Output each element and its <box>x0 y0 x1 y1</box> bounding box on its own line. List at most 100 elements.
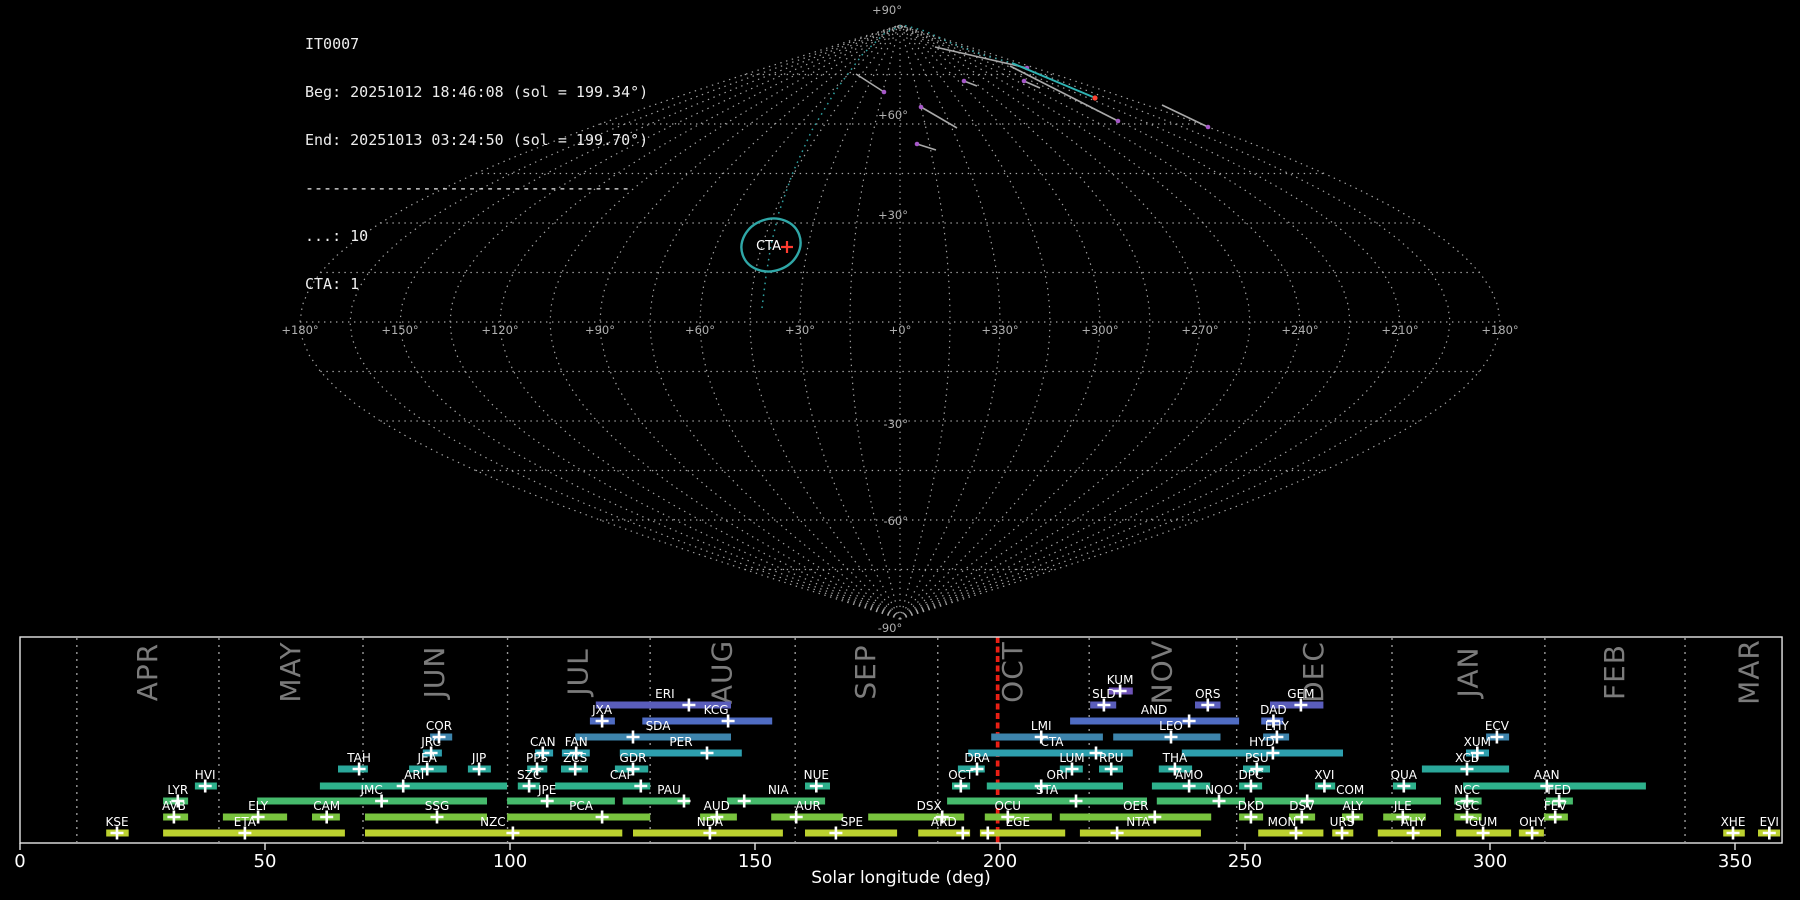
shower-bar-ARI <box>320 783 507 790</box>
equator-longitude-label: +330° <box>981 323 1018 337</box>
meteor-endpoint-dot <box>915 142 920 147</box>
shower-label-DAD: DAD <box>1260 703 1286 717</box>
header-separator: ------------------------------------ <box>305 180 648 196</box>
meteor-trail <box>1162 105 1208 127</box>
shower-bar-AND <box>1070 718 1239 725</box>
equator-longitude-label: +0° <box>889 323 912 337</box>
begin-time-line: Beg: 20251012 18:46:08 (sol = 199.34°) <box>305 84 648 100</box>
end-time-line: End: 20251013 03:24:50 (sol = 199.70°) <box>305 132 648 148</box>
equator-longitude-label: +60° <box>685 323 715 337</box>
shower-label-NZC: NZC <box>480 815 506 829</box>
peak-marker-OER <box>1148 811 1161 824</box>
x-tick-label-100: 100 <box>493 851 527 872</box>
peak-marker-NZC <box>506 827 519 840</box>
shower-bar-SPE <box>805 830 897 837</box>
month-label-sep: SEP <box>849 644 882 699</box>
peak-marker-AND <box>1183 715 1196 728</box>
shower-label-NDA: NDA <box>697 815 724 829</box>
shower-bar-SSG <box>365 814 487 821</box>
shower-label-ELY: ELY <box>248 799 269 813</box>
shower-label-XVI: XVI <box>1314 768 1334 782</box>
latitude-label: +90° <box>872 3 902 17</box>
shower-label-FAN: FAN <box>565 735 588 749</box>
shower-label-FED: FED <box>1547 783 1571 797</box>
shower-bar-NZC <box>365 830 622 837</box>
shower-label-CAN: CAN <box>530 735 556 749</box>
peak-marker-NIA <box>738 795 751 808</box>
shower-label-EVI: EVI <box>1760 815 1779 829</box>
month-label-mar: MAR <box>1733 639 1766 705</box>
x-tick-label-0: 0 <box>14 851 25 872</box>
shower-label-JLE: JLE <box>1393 799 1412 813</box>
shower-label-NTA: NTA <box>1126 815 1150 829</box>
latitude-label: +60° <box>878 108 908 122</box>
shower-label-KSE: KSE <box>105 815 128 829</box>
meridian-line <box>900 25 1150 619</box>
shower-label-EGE: EGE <box>1006 815 1030 829</box>
shower-bar-AMO <box>1152 783 1210 790</box>
shower-label-AND: AND <box>1141 703 1167 717</box>
shower-label-JIP: JIP <box>471 751 486 765</box>
meridian-line <box>900 25 1400 619</box>
station-id: IT0007 <box>305 36 648 52</box>
shower-label-COR: COR <box>426 719 452 733</box>
shower-label-PSU: PSU <box>1245 751 1269 765</box>
meteor-trail <box>1024 81 1040 88</box>
x-tick-label-350: 350 <box>1718 851 1752 872</box>
cta-great-circle <box>762 25 1012 308</box>
shower-bar-ETA <box>163 830 345 837</box>
shower-bar-PCA <box>507 814 650 821</box>
shower-label-OHY: OHY <box>1519 815 1545 829</box>
month-label-jun: JUN <box>418 646 451 701</box>
shower-label-AAN: AAN <box>1534 768 1560 782</box>
meridian-line <box>900 25 1450 619</box>
shower-label-PAU: PAU <box>657 783 680 797</box>
meteor-endpoint-dot <box>1206 125 1211 130</box>
month-label-may: MAY <box>274 641 307 702</box>
meridian-line <box>900 25 1050 619</box>
month-label-oct: OCT <box>996 641 1029 703</box>
shower-label-MON: MON <box>1268 815 1297 829</box>
shower-label-JXA: JXA <box>591 703 613 717</box>
cta-radiant-cross-icon <box>781 241 793 253</box>
shower-label-JMC: JMC <box>359 783 382 797</box>
shower-label-DRA: DRA <box>964 751 990 765</box>
shower-label-XCB: XCB <box>1455 751 1479 765</box>
shower-label-XHE: XHE <box>1721 815 1746 829</box>
shower-label-AUR: AUR <box>796 799 821 813</box>
shower-label-SZC: SZC <box>517 768 541 782</box>
shower-label-ERI: ERI <box>655 687 674 701</box>
shower-label-DKD: DKD <box>1238 799 1264 813</box>
latitude-label: -60° <box>883 514 908 528</box>
shower-label-ARD: ARD <box>931 815 957 829</box>
shower-label-DPC: DPC <box>1238 768 1263 782</box>
shower-bar-NOO <box>1157 798 1245 805</box>
observation-header: IT0007 Beg: 20251012 18:46:08 (sol = 199… <box>305 4 648 324</box>
shower-bar-JPE <box>507 798 615 805</box>
shower-label-LUM: LUM <box>1059 751 1084 765</box>
meteor-trail <box>856 74 884 92</box>
equator-longitude-label: +180° <box>1481 323 1518 337</box>
shower-label-PPS: PPS <box>526 751 548 765</box>
shower-label-GUM: GUM <box>1469 815 1497 829</box>
x-tick-label-300: 300 <box>1473 851 1507 872</box>
shower-label-AUD: AUD <box>704 799 730 813</box>
month-label-jul: JUL <box>562 648 595 697</box>
shower-label-PER: PER <box>669 735 692 749</box>
cta-meteor-endpoint-dot <box>1092 95 1097 100</box>
peak-marker-NTA <box>1111 827 1124 840</box>
meteor-trail <box>935 47 1027 68</box>
shower-label-ZCS: ZCS <box>563 751 587 765</box>
equator-longitude-label: +210° <box>1381 323 1418 337</box>
shower-label-THA: THA <box>1162 751 1188 765</box>
shower-label-KCG: KCG <box>704 703 729 717</box>
shower-label-AMO: AMO <box>1175 768 1203 782</box>
shower-label-DSX: DSX <box>917 799 942 813</box>
shower-bar-NTA <box>1080 830 1201 837</box>
shower-label-URS: URS <box>1330 815 1355 829</box>
equator-longitude-label: +240° <box>1281 323 1318 337</box>
meteor-trail <box>921 107 957 128</box>
shower-label-XUM: XUM <box>1464 735 1491 749</box>
shower-label-CTA: CTA <box>1041 735 1065 749</box>
meteor-endpoint-dot <box>1022 79 1027 84</box>
